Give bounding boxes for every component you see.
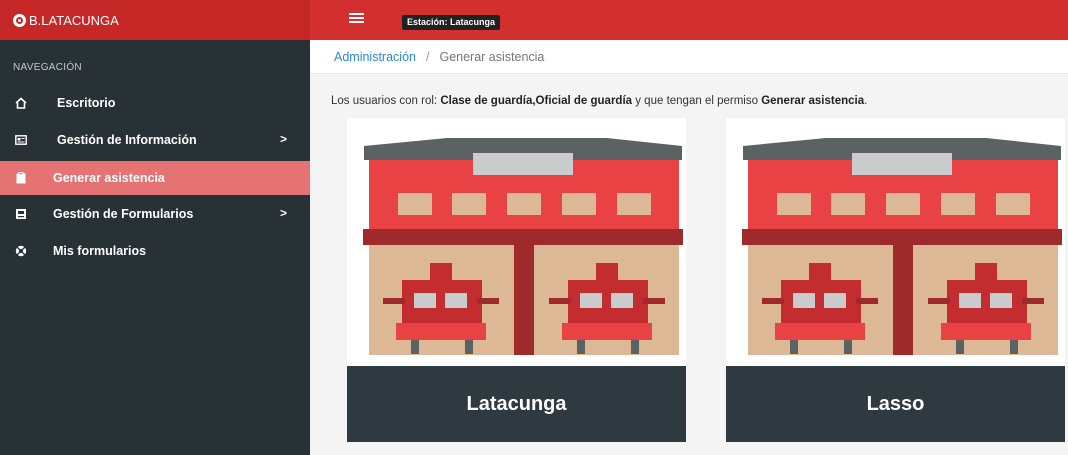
menu-toggle-icon[interactable]	[349, 13, 364, 25]
sidebar-item-generar-asistencia[interactable]: Generar asistencia	[0, 161, 310, 195]
station-card-lasso[interactable]: Lasso	[726, 118, 1065, 442]
sidebar-item-label: Generar asistencia	[53, 171, 165, 185]
sidebar-item-mis-formularios[interactable]: Mis formularios	[0, 234, 310, 268]
breadcrumb-link-administracion[interactable]: Administración	[334, 50, 416, 64]
sidebar: NAVEGACIÓN Escritorio Gestión de Informa…	[0, 40, 310, 455]
brand[interactable]: B.LATACUNGA	[0, 0, 310, 40]
sidebar-item-label: Escritorio	[57, 96, 116, 110]
clipboard-icon	[15, 172, 27, 184]
station-card-latacunga[interactable]: Latacunga	[347, 118, 686, 442]
form-icon	[15, 208, 27, 220]
main-content: Administración / Generar asistencia Los …	[310, 40, 1068, 455]
breadcrumb-current: Generar asistencia	[439, 49, 545, 64]
lifebuoy-icon	[15, 245, 27, 257]
notice-permission: Generar asistencia	[761, 95, 865, 107]
station-name: Latacunga	[347, 366, 686, 442]
breadcrumb: Administración / Generar asistencia	[310, 40, 1068, 74]
chevron-right-icon: >	[280, 206, 288, 220]
top-navbar: B.LATACUNGA Estación: Latacunga	[0, 0, 1068, 40]
permission-notice: Los usuarios con rol: Clase de guardía,O…	[331, 95, 867, 107]
sidebar-item-label: Gestión de Formularios	[53, 207, 194, 221]
fire-station-illustration-icon	[726, 118, 1065, 366]
fire-station-illustration-icon	[347, 118, 686, 366]
notice-text: Los usuarios con rol:	[331, 95, 441, 107]
chevron-right-icon: >	[280, 132, 288, 146]
fire-department-logo-icon	[13, 13, 26, 27]
sidebar-item-escritorio[interactable]: Escritorio	[0, 86, 310, 120]
home-icon	[15, 97, 27, 109]
breadcrumb-separator: /	[425, 49, 430, 64]
notice-roles: Clase de guardía,Oficial de guardía	[440, 95, 633, 107]
id-card-icon	[15, 134, 27, 146]
brand-name: B.LATACUNGA	[29, 12, 119, 28]
sidebar-item-gestion-formularios[interactable]: Gestión de Formularios >	[0, 197, 310, 231]
station-badge: Estación: Latacunga	[402, 15, 501, 30]
station-name: Lasso	[726, 366, 1065, 442]
notice-text: y que tengan el permiso	[632, 95, 762, 107]
sidebar-item-label: Mis formularios	[53, 244, 147, 258]
sidebar-item-label: Gestión de Información	[57, 133, 197, 147]
nav-section-title: NAVEGACIÓN	[13, 62, 82, 73]
notice-text: .	[864, 95, 868, 107]
sidebar-item-gestion-informacion[interactable]: Gestión de Información >	[0, 123, 310, 157]
